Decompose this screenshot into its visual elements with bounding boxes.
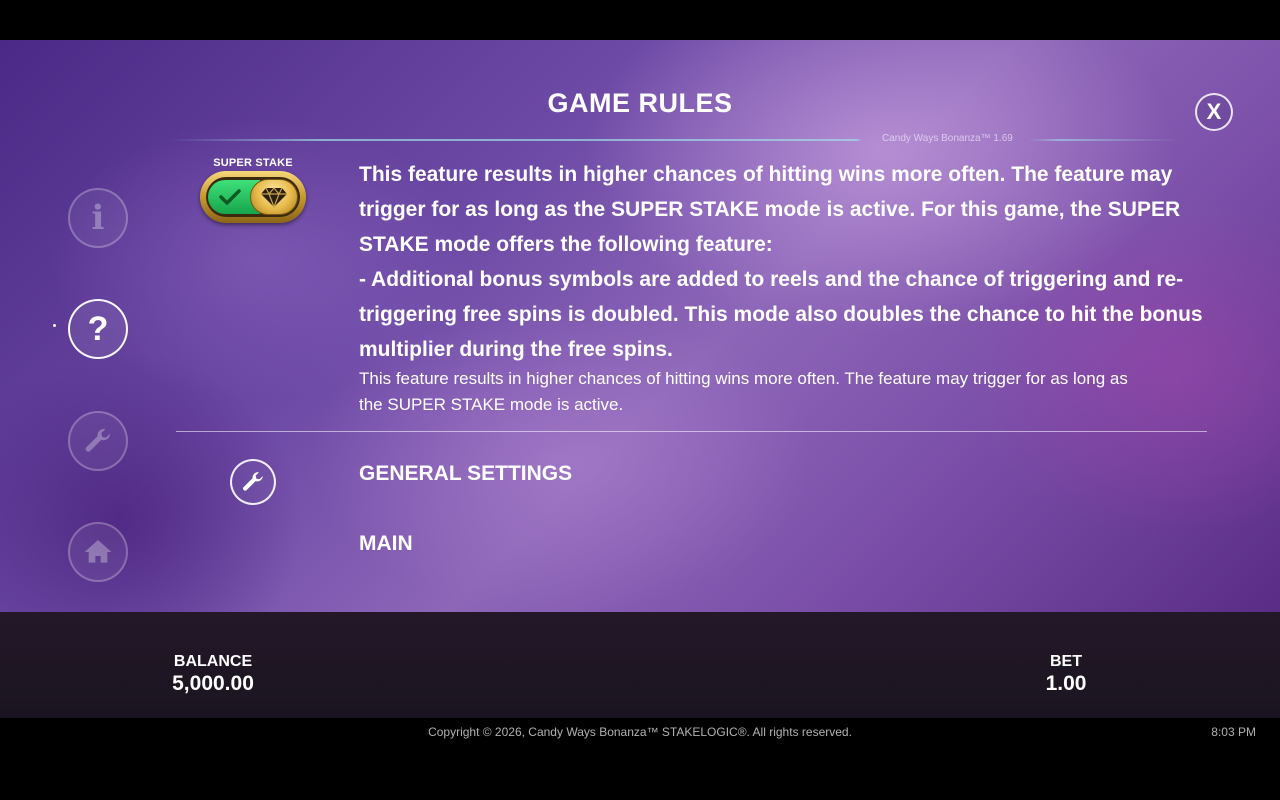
settings-button[interactable] [68,411,128,471]
rule-line: This feature results in higher chances o… [359,163,1173,186]
note-line: the SUPER STAKE mode is active. [359,395,624,414]
clock: 8:03 PM [1211,725,1256,739]
checkmark-icon [219,189,241,205]
balance-display: BALANCE 5,000.00 [148,653,278,696]
bottom-status-bar: BALANCE 5,000.00 BET 1.00 [0,612,1280,718]
balance-value: 5,000.00 [172,672,254,695]
copyright-text: Copyright © 2026, Candy Ways Bonanza™ ST… [428,725,852,739]
wrench-icon [85,428,110,452]
title-divider [170,139,1180,141]
toggle-knob [250,179,298,215]
section-divider [176,431,1207,432]
info-icon: i [91,198,105,238]
game-version: Candy Ways Bonanza™ 1.69 [882,133,1013,144]
help-button[interactable]: ? [68,299,128,359]
general-settings-heading[interactable]: GENERAL SETTINGS [359,462,572,486]
home-icon [84,540,112,563]
rule-line: multiplier during the free spins. [359,338,673,361]
super-stake-toggle [200,171,306,223]
rule-line: trigger for as long as the SUPER STAKE m… [359,198,1181,221]
note-line: This feature results in higher chances o… [359,369,1128,388]
super-stake-description: This feature results in higher chances o… [359,157,1219,367]
rule-line: STAKE mode offers the following feature: [359,233,773,256]
info-button[interactable]: i [68,188,128,248]
diamond-icon [261,187,287,208]
bet-label: BET [1050,653,1082,670]
main-heading[interactable]: MAIN [359,532,413,556]
wrench-icon [243,472,263,491]
page-title: GAME RULES [547,88,733,118]
bet-value: 1.00 [1045,672,1087,695]
super-stake-label: SUPER STAKE [213,157,293,169]
question-mark-icon: ? [87,309,109,348]
general-settings-icon-button [230,459,276,505]
rule-line: - Additional bonus symbols are added to … [359,268,1184,291]
close-button[interactable]: X [1195,93,1233,131]
active-indicator-dot [53,324,56,327]
game-rules-panel: GAME RULES Candy Ways Bonanza™ 1.69 X i … [0,40,1280,612]
top-black-bar [0,0,1280,40]
rule-line: triggering free spins is doubled. This m… [359,303,1203,326]
home-button[interactable] [68,522,128,582]
balance-label: BALANCE [173,653,253,670]
super-stake-note: This feature results in higher chances o… [359,366,1219,418]
bet-display: BET 1.00 [1026,653,1106,696]
